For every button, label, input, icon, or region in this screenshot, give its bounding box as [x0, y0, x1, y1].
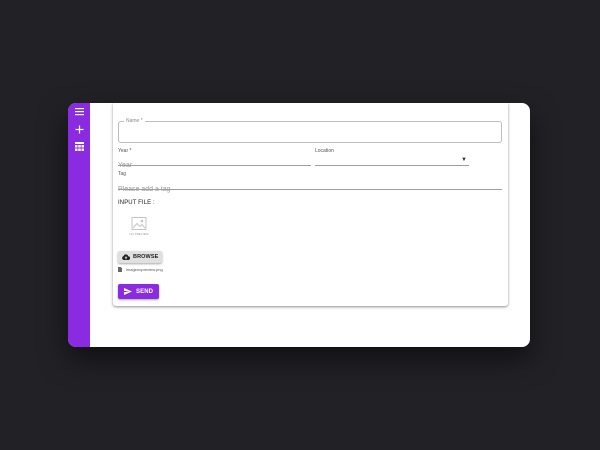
preview-text: NO PREVIEW	[129, 232, 149, 236]
form-card: Name * Year * Location ▼ Tag INPUT FILE …	[113, 103, 508, 306]
input-file-title: INPUT FILE :	[118, 200, 155, 206]
tag-input[interactable]	[118, 184, 502, 195]
tag-label: Tag	[118, 171, 127, 177]
browse-label: BROWSE	[133, 254, 159, 260]
image-placeholder-icon	[131, 217, 147, 230]
tag-field[interactable]	[118, 178, 502, 195]
send-icon	[124, 288, 132, 295]
location-select[interactable]: ▼	[315, 154, 469, 166]
file-icon	[118, 267, 122, 272]
send-label: SEND	[136, 288, 154, 295]
send-button[interactable]: SEND	[118, 284, 159, 299]
year-field[interactable]	[118, 154, 311, 171]
name-field[interactable]: Name *	[118, 118, 502, 143]
image-preview: NO PREVIEW	[125, 217, 153, 239]
cloud-upload-icon	[122, 254, 130, 260]
file-name: imagenopreview.png	[126, 267, 163, 272]
file-info: imagenopreview.png	[118, 267, 163, 272]
plus-icon[interactable]	[75, 125, 84, 134]
table-icon[interactable]	[75, 142, 84, 151]
sidebar	[68, 103, 90, 347]
browse-button[interactable]: BROWSE	[118, 251, 162, 263]
app-window: Name * Year * Location ▼ Tag INPUT FILE …	[68, 103, 530, 347]
chevron-down-icon[interactable]: ▼	[461, 157, 467, 163]
menu-icon[interactable]	[75, 107, 84, 116]
name-input[interactable]	[119, 122, 501, 142]
year-input[interactable]	[118, 160, 311, 171]
